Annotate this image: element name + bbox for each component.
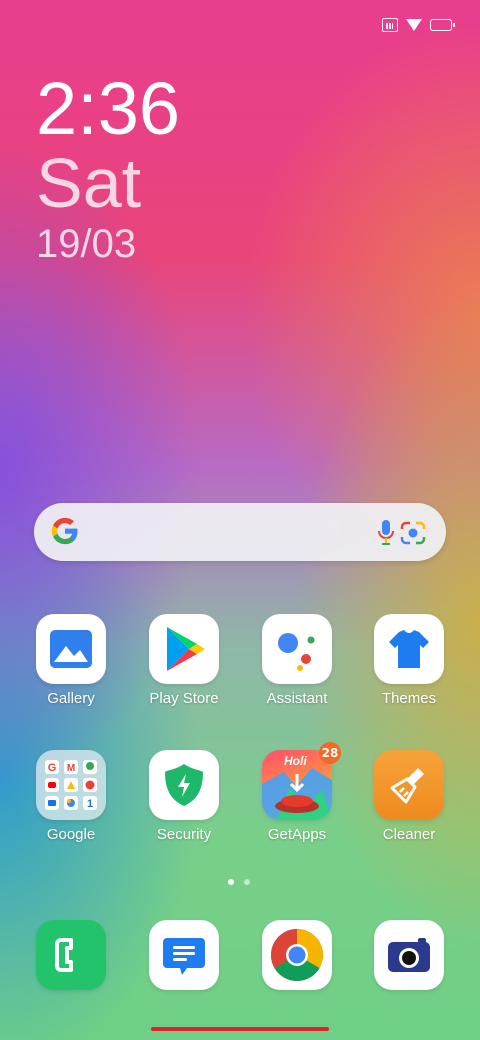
clock-day: Sat bbox=[36, 144, 142, 222]
svg-text:G: G bbox=[48, 762, 57, 774]
camera-icon bbox=[374, 920, 444, 990]
cleaner-icon bbox=[374, 750, 444, 820]
microphone-icon[interactable] bbox=[376, 519, 396, 547]
wifi-icon bbox=[406, 19, 422, 31]
assistant-icon bbox=[262, 614, 332, 684]
dock-messages[interactable] bbox=[128, 920, 240, 990]
status-bar bbox=[382, 18, 455, 32]
notification-badge: 28 bbox=[319, 742, 341, 764]
battery-icon bbox=[430, 19, 455, 31]
svg-text:1: 1 bbox=[87, 798, 93, 810]
app-gallery[interactable]: Gallery bbox=[15, 614, 127, 707]
app-label: Gallery bbox=[47, 690, 95, 707]
app-security[interactable]: Security bbox=[128, 750, 240, 843]
play-store-icon bbox=[149, 614, 219, 684]
app-label: Google bbox=[46, 826, 96, 843]
google-lens-icon[interactable] bbox=[400, 521, 426, 545]
app-assistant[interactable]: Assistant bbox=[241, 614, 353, 707]
gallery-icon bbox=[36, 614, 106, 684]
signal-icon bbox=[382, 18, 398, 32]
app-label: Play Store bbox=[149, 690, 219, 707]
app-label: Cleaner bbox=[382, 826, 436, 843]
app-google-folder[interactable]: G M 1 Google bbox=[15, 750, 127, 843]
dock-phone[interactable] bbox=[15, 920, 127, 990]
google-search-bar[interactable] bbox=[34, 503, 446, 561]
getapps-banner: Holi bbox=[284, 754, 307, 768]
google-g-icon bbox=[51, 517, 78, 545]
security-icon bbox=[149, 750, 219, 820]
app-label: Assistant bbox=[266, 690, 328, 707]
phone-icon bbox=[36, 920, 106, 990]
google-folder-icon: G M 1 bbox=[36, 750, 106, 820]
chrome-icon bbox=[262, 920, 332, 990]
page-dot-2[interactable] bbox=[244, 879, 250, 885]
clock-date: 19/03 bbox=[36, 222, 137, 266]
clock-widget[interactable]: 2:36 Sat 19/03 bbox=[36, 70, 180, 270]
page-dot-1[interactable] bbox=[228, 879, 234, 885]
app-play-store[interactable]: Play Store bbox=[128, 614, 240, 707]
messages-icon bbox=[149, 920, 219, 990]
app-getapps[interactable]: 28 Holi GetApps bbox=[241, 742, 353, 843]
app-themes[interactable]: Themes bbox=[353, 614, 465, 707]
app-label: Security bbox=[156, 826, 212, 843]
app-cleaner[interactable]: Cleaner bbox=[353, 750, 465, 843]
app-label: Themes bbox=[381, 690, 437, 707]
page-indicator bbox=[228, 879, 250, 885]
themes-icon bbox=[374, 614, 444, 684]
app-label: GetApps bbox=[267, 826, 327, 843]
gesture-nav-bar[interactable] bbox=[151, 1027, 329, 1031]
dock-chrome[interactable] bbox=[241, 920, 353, 990]
svg-text:M: M bbox=[67, 763, 75, 774]
dock-camera[interactable] bbox=[353, 920, 465, 990]
clock-time: 2:36 bbox=[36, 67, 181, 150]
